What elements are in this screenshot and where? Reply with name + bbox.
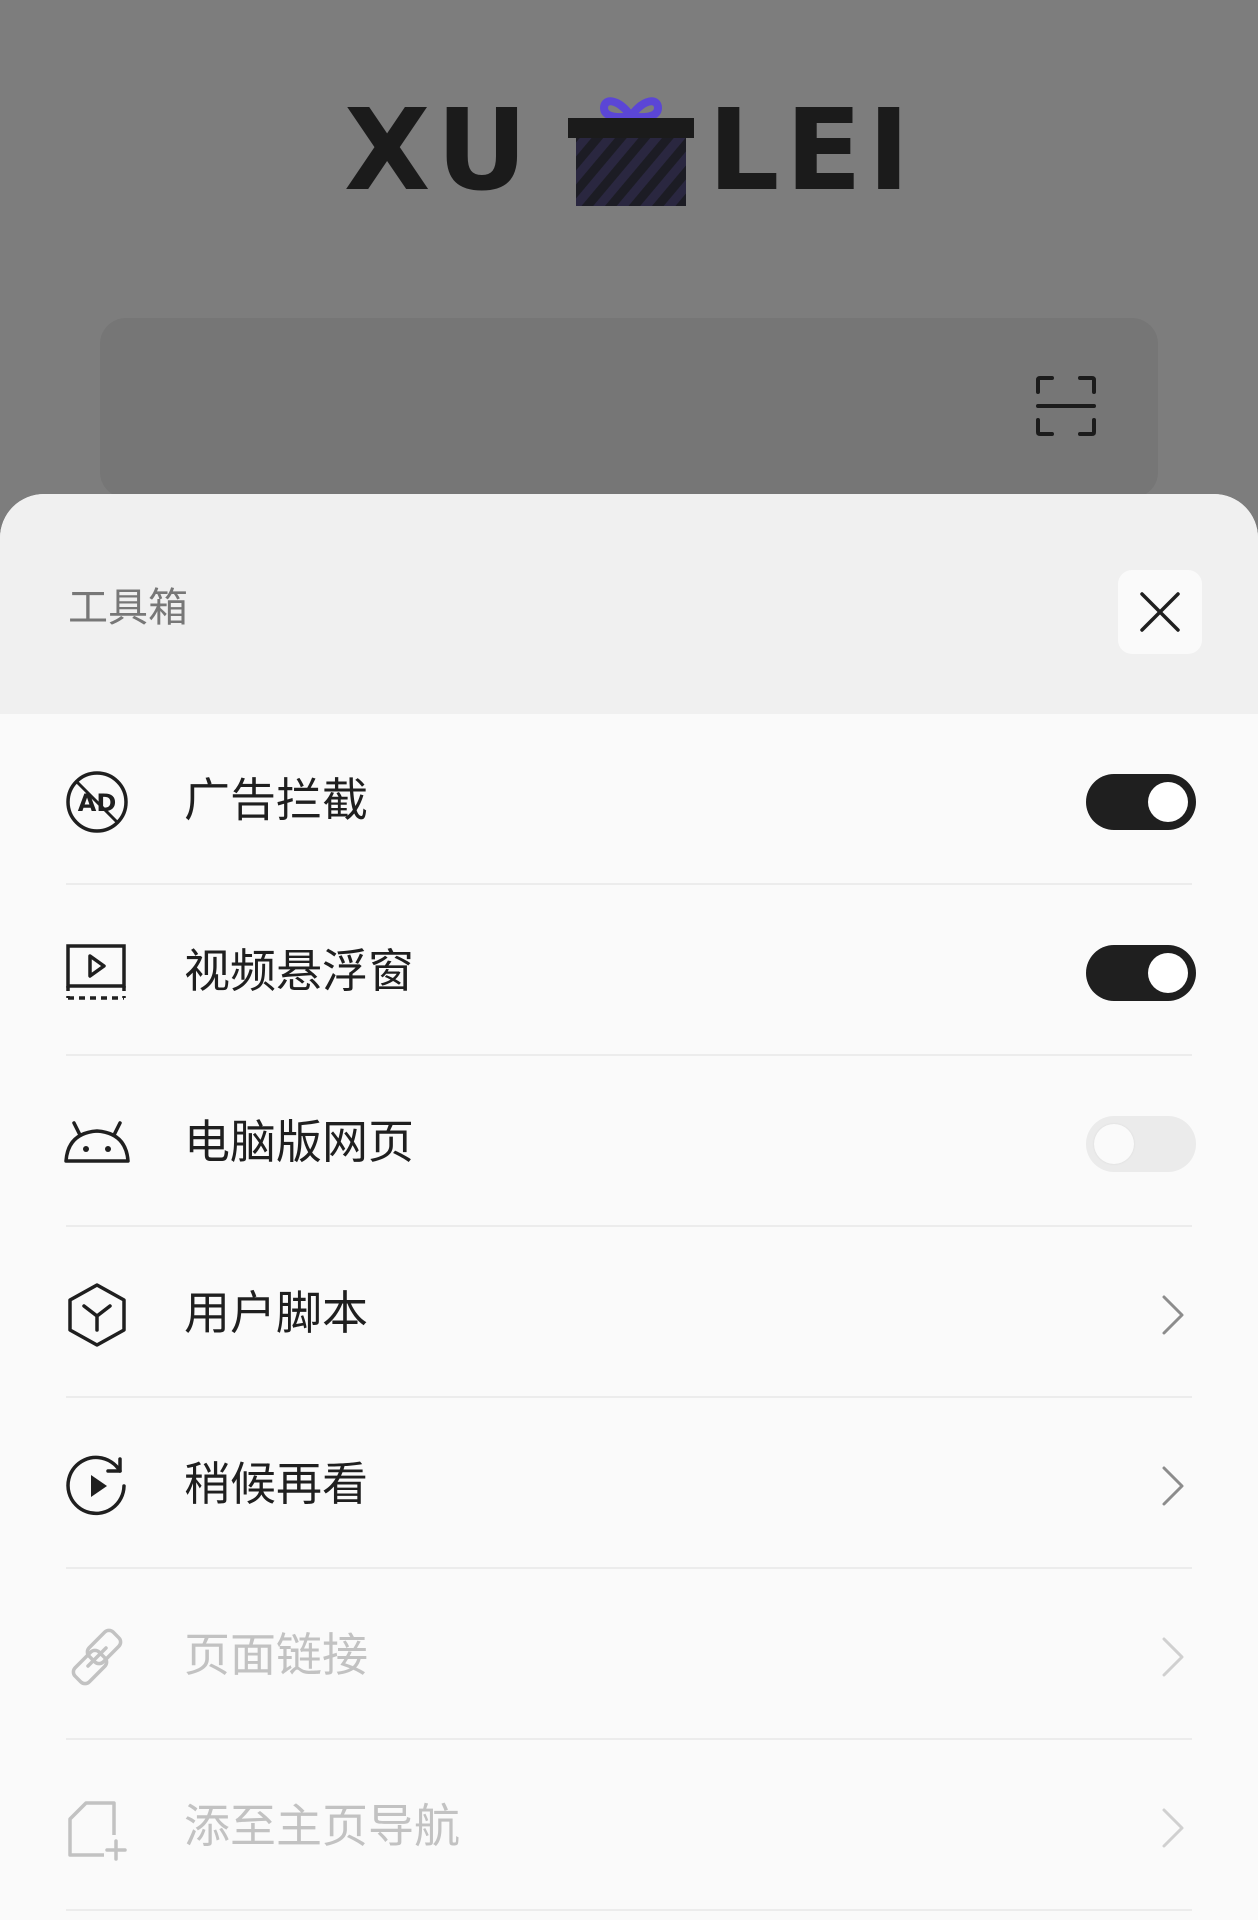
toolbox-list: AD 广告拦截 视频悬浮窗 电脑版网页 用户脚本 稍候再看 页面链接 添至主页导… <box>0 714 1258 1911</box>
background-page: XU LEI <box>0 0 1258 520</box>
link-icon <box>71 1628 123 1686</box>
toolbox-item-label: 电脑版网页 <box>184 1115 414 1169</box>
toolbox-item-label: 广告拦截 <box>184 773 368 827</box>
logo-text-left: XU <box>344 86 534 216</box>
toolbox-item-user-scripts[interactable]: 用户脚本 <box>0 1227 1258 1398</box>
toolbox-item-label: 稍候再看 <box>184 1457 368 1511</box>
logo-text-right: LEI <box>708 86 916 216</box>
brand-logo: XU LEI <box>344 86 926 216</box>
chevron-right-icon <box>1162 1637 1184 1677</box>
toolbox-item-label: 添至主页导航 <box>184 1799 460 1853</box>
desktop-site-toggle[interactable] <box>1086 1116 1196 1172</box>
add-to-home-icon <box>68 1801 127 1861</box>
android-icon <box>64 1121 130 1163</box>
floating-video-toggle[interactable] <box>1086 945 1196 1001</box>
divider <box>66 1909 1192 1911</box>
sheet-title: 工具箱 <box>68 585 188 631</box>
toolbox-item-label: 页面链接 <box>184 1628 368 1682</box>
ad-block-icon: AD <box>66 771 128 833</box>
floating-video-icon <box>66 944 126 1000</box>
toolbox-sheet: 工具箱 AD 广告拦截 视频悬浮窗 电脑版网页 用户脚本 稍候再看 页面链接 添… <box>0 494 1258 1920</box>
close-icon <box>1140 592 1180 632</box>
toolbox-item-label: 用户脚本 <box>184 1286 368 1340</box>
toolbox-item-label: 视频悬浮窗 <box>184 944 414 998</box>
sheet-header: 工具箱 <box>0 494 1258 714</box>
toggle-knob <box>1148 782 1188 822</box>
svg-text:AD: AD <box>78 789 117 817</box>
cube-icon <box>68 1283 126 1347</box>
toolbox-item-desktop-site[interactable]: 电脑版网页 <box>0 1056 1258 1227</box>
ad-block-toggle[interactable] <box>1086 774 1196 830</box>
toolbox-item-ad-block[interactable]: AD 广告拦截 <box>0 714 1258 885</box>
toolbox-item-page-link[interactable]: 页面链接 <box>0 1569 1258 1740</box>
toggle-knob <box>1094 1124 1134 1164</box>
toggle-knob <box>1148 953 1188 993</box>
chevron-right-icon <box>1162 1466 1184 1506</box>
toolbox-item-add-to-home[interactable]: 添至主页导航 <box>0 1740 1258 1911</box>
toolbox-item-floating-video[interactable]: 视频悬浮窗 <box>0 885 1258 1056</box>
close-button[interactable] <box>1118 570 1202 654</box>
chevron-right-icon <box>1162 1808 1184 1848</box>
gift-box-icon <box>568 97 694 206</box>
search-bar[interactable] <box>100 318 1158 498</box>
watch-later-icon <box>66 1455 126 1516</box>
toolbox-item-watch-later[interactable]: 稍候再看 <box>0 1398 1258 1569</box>
chevron-right-icon <box>1162 1295 1184 1335</box>
scan-icon[interactable] <box>1034 374 1098 438</box>
